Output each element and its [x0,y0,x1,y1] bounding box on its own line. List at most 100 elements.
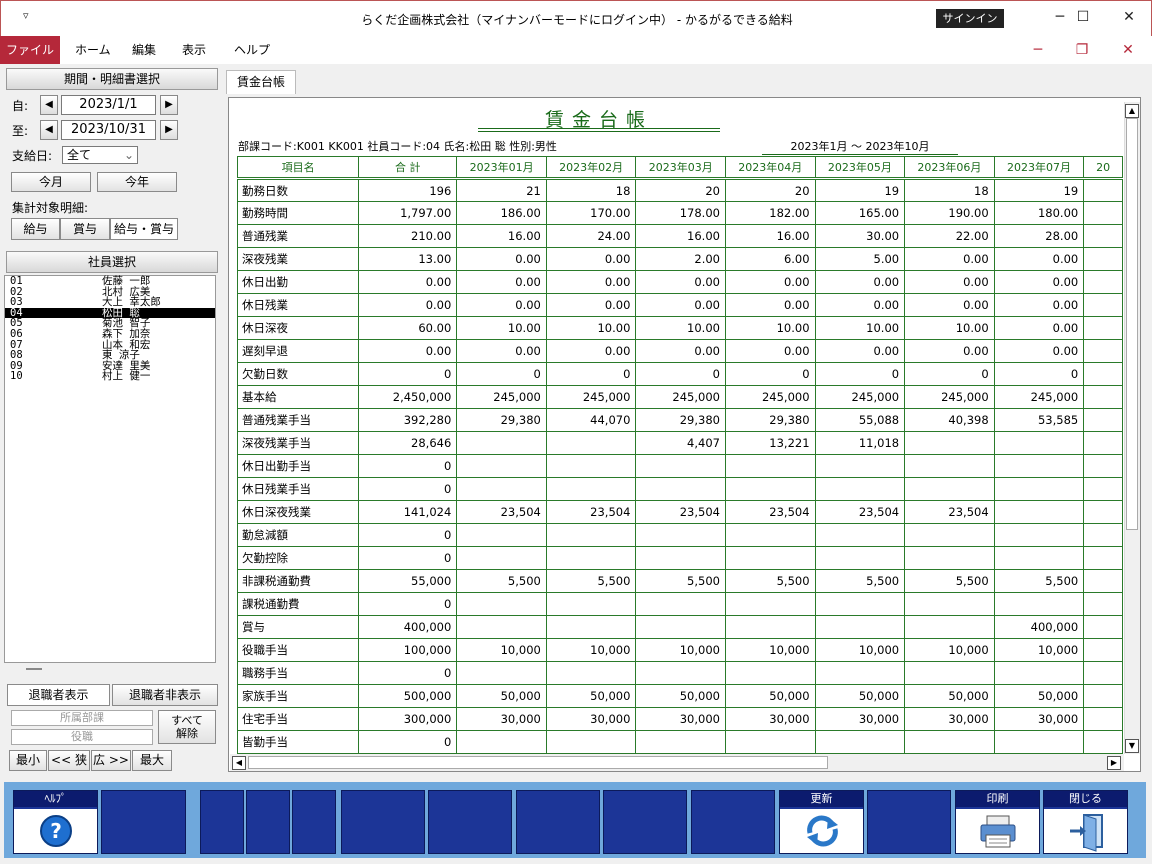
table-cell: 30,000 [993,707,1085,731]
function-key-6[interactable] [341,790,425,854]
table-cell: 55,088 [814,408,906,432]
table-cell [1083,454,1123,478]
target-both-button[interactable]: 給与・賞与 [110,218,178,240]
function-key-7[interactable] [428,790,512,854]
refresh-icon-wrap [780,809,863,853]
employee-list-item[interactable]: 10 村上 健一 [5,371,215,382]
payday-value: 全て [67,148,92,162]
zoom-min-button[interactable]: 最小 [9,750,47,771]
this-year-button[interactable]: 今年 [97,172,177,192]
table-cell: 0.00 [993,270,1085,294]
close-button[interactable]: 閉じる [1043,790,1128,854]
menu-home[interactable]: ホーム [63,36,123,64]
function-key-2[interactable] [101,790,186,854]
scroll-left-icon[interactable]: ◀ [232,756,246,770]
target-bonus-button[interactable]: 賞与 [60,218,110,240]
print-button[interactable]: 印刷 [955,790,1040,854]
from-label: 自: [12,99,29,113]
table-cell [993,592,1085,616]
table-cell: 13,221 [724,431,816,455]
table-cell: 5,500 [456,569,547,593]
table-cell: 29,380 [456,408,547,432]
scroll-down-icon[interactable]: ▼ [1125,739,1139,753]
to-date-field[interactable]: 2023/10/31 [61,120,156,140]
table-cell [635,615,726,639]
table-cell [814,592,906,616]
department-placeholder: 所属部課 [60,711,104,724]
table-cell [635,454,726,478]
table-cell: 0.00 [358,293,458,317]
to-next-button[interactable]: ▶ [160,120,178,140]
function-key-4[interactable] [246,790,290,854]
payday-select[interactable]: 全て ⌄ [62,146,138,164]
table-cell: 0.00 [724,339,816,363]
show-retired-button[interactable]: 退職者表示 [7,684,110,706]
from-next-button[interactable]: ▶ [160,95,178,115]
department-select[interactable]: 所属部課 [11,710,153,726]
from-prev-button[interactable]: ◀ [40,95,58,115]
doc-minimize-icon[interactable]: ─ [1018,36,1058,64]
scroll-up-icon[interactable]: ▲ [1125,104,1139,118]
signin-button[interactable]: サインイン [936,9,1004,28]
title-bar: ▿ らくだ企画株式会社（マイナンバーモードにログイン中） - かるがるできる給料… [0,0,1152,36]
table-cell: 30,000 [814,707,906,731]
horizontal-scroll-thumb[interactable] [248,756,828,769]
menu-view[interactable]: 表示 [170,36,218,64]
splitter-handle[interactable] [26,668,42,670]
table-cell [993,454,1085,478]
function-key-9[interactable] [603,790,687,854]
target-salary-button[interactable]: 給与 [11,218,60,240]
close-window-button[interactable]: ✕ [1106,1,1152,33]
maximize-button[interactable]: ☐ [1060,1,1106,33]
table-cell: 0 [814,362,906,386]
table-cell: 23,504 [545,500,637,524]
table-row: 勤怠減額 0 [237,523,1123,547]
zoom-narrow-button[interactable]: << 狭 [48,750,90,771]
table-row: 非課税通勤費 55,000 5,500 5,500 5,500 5,500 5,500 5,5… [237,569,1123,593]
update-button[interactable]: 更新 [779,790,864,854]
table-cell: 28.00 [993,224,1085,248]
to-prev-button[interactable]: ◀ [40,120,58,140]
tab-wage-ledger[interactable]: 賃金台帳 [226,70,296,94]
function-key-5[interactable] [292,790,336,854]
this-month-button[interactable]: 今月 [11,172,91,192]
function-key-8[interactable] [516,790,600,854]
to-label: 至: [12,124,29,138]
doc-restore-icon[interactable]: ❐ [1062,36,1102,64]
function-key-12[interactable] [867,790,951,854]
employee-list-item[interactable]: 06 森下 加奈 [5,329,215,340]
table-cell [1083,224,1123,248]
table-cell [545,615,637,639]
table-cell: 0.00 [545,293,637,317]
from-date-field[interactable]: 2023/1/1 [61,95,156,115]
menu-edit[interactable]: 編集 [120,36,168,64]
table-cell: 55,000 [358,569,458,593]
position-select[interactable]: 役職 [11,729,153,745]
vertical-scroll-thumb[interactable] [1126,118,1138,530]
scroll-right-icon[interactable]: ▶ [1107,756,1121,770]
menu-help[interactable]: ヘルプ [222,36,282,64]
table-cell [1083,293,1123,317]
table-cell: 23,504 [635,500,726,524]
table-cell: 400,000 [358,615,458,639]
doc-close-icon[interactable]: ✕ [1108,36,1148,64]
row-label: 非課税通勤費 [237,569,360,593]
table-cell: 190.00 [904,201,995,225]
hide-retired-button[interactable]: 退職者非表示 [112,684,218,706]
table-cell: 11,018 [814,431,906,455]
function-key-3[interactable] [200,790,244,854]
zoom-wide-button[interactable]: 広 >> [91,750,131,771]
row-label: 皆勤手当 [237,730,360,754]
menu-file[interactable]: ファイル [0,36,60,64]
help-button[interactable]: ﾍﾙﾌﾟ ? [13,790,98,854]
clear-all-button[interactable]: すべて 解除 [158,710,216,744]
employee-list[interactable]: 01 佐藤 一郎 02 北村 広美 03 大上 幸太郎 04 松田 聡 05 菊池 智子 06 森下 … [4,275,216,663]
table-cell: 5,500 [904,569,995,593]
table-cell: 30,000 [904,707,995,731]
table-cell [993,546,1085,570]
table-cell: 50,000 [904,684,995,708]
table-cell [724,661,816,685]
zoom-max-button[interactable]: 最大 [132,750,172,771]
function-key-10[interactable] [691,790,775,854]
employee-list-item[interactable]: 01 佐藤 一郎 [5,276,215,287]
